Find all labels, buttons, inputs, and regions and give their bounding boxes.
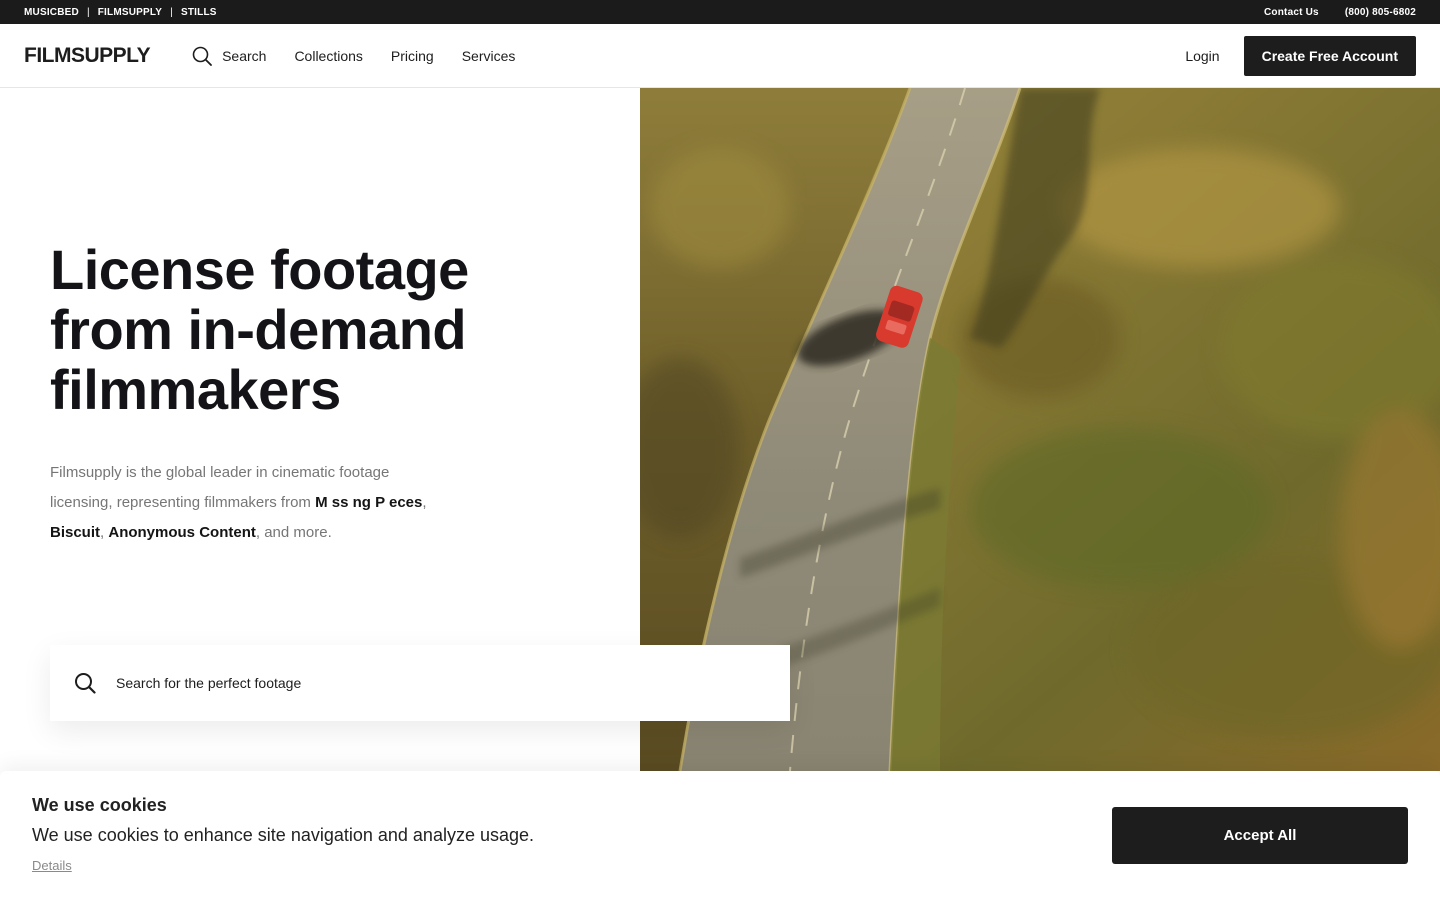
hero-description: Filmsupply is the global leader in cinem… <box>50 458 450 548</box>
brand-name: M ss ng P eces <box>315 494 423 511</box>
footage-search-input[interactable] <box>116 675 716 691</box>
musicbed-link[interactable]: MUSICBED <box>24 7 79 18</box>
account-actions: Login Create Free Account <box>1185 35 1416 76</box>
nav-search[interactable]: Search <box>192 46 266 66</box>
nav-collections[interactable]: Collections <box>294 48 362 64</box>
nav-services[interactable]: Services <box>462 48 516 64</box>
create-account-button[interactable]: Create Free Account <box>1243 35 1416 76</box>
hero-content: License footage from in-demand filmmaker… <box>50 240 570 548</box>
divider: | <box>170 6 173 18</box>
description-outro: , and more. <box>255 524 332 541</box>
nav-search-label: Search <box>222 47 267 64</box>
phone-link[interactable]: (800) 805-6802 <box>1345 7 1416 18</box>
search-icon <box>75 673 96 694</box>
cookie-title: We use cookies <box>32 795 167 815</box>
main-header: FILMSUPPLY Search Collections Pricing Se… <box>0 24 1440 88</box>
punctuation: , <box>422 494 427 511</box>
search-icon <box>192 46 212 66</box>
brand-name: Anonymous Content <box>108 524 256 541</box>
filmsupply-logo[interactable]: FILMSUPPLY <box>24 44 151 68</box>
footage-search-box[interactable] <box>50 645 790 721</box>
contact-area: Contact Us (800) 805-6802 <box>1238 7 1416 18</box>
nav-pricing[interactable]: Pricing <box>391 48 434 64</box>
cookie-message: We use cookies to enhance site navigatio… <box>32 825 535 845</box>
headline-line: License footage <box>50 238 469 301</box>
accept-all-button[interactable]: Accept All <box>1112 807 1408 864</box>
brand-name: Biscuit <box>50 524 101 541</box>
headline-line: filmmakers <box>50 358 341 421</box>
login-link[interactable]: Login <box>1185 48 1219 64</box>
contact-us-link[interactable]: Contact Us <box>1264 7 1319 18</box>
stills-link[interactable]: STILLS <box>181 7 217 18</box>
main-nav: Search Collections Pricing Services <box>192 46 543 66</box>
cookie-banner: We use cookies We use cookies to enhance… <box>0 771 1440 900</box>
divider: | <box>86 6 90 18</box>
top-utility-bar: MUSICBED | FILMSUPPLY | STILLS Contact U… <box>0 0 1440 24</box>
headline-line: from in-demand <box>50 298 467 361</box>
filmsupply-link[interactable]: FILMSUPPLY <box>98 7 162 18</box>
sister-sites: MUSICBED | FILMSUPPLY | STILLS <box>24 7 217 18</box>
cookie-details-link[interactable]: Details <box>32 858 72 873</box>
hero-headline: License footage from in-demand filmmaker… <box>50 240 570 420</box>
